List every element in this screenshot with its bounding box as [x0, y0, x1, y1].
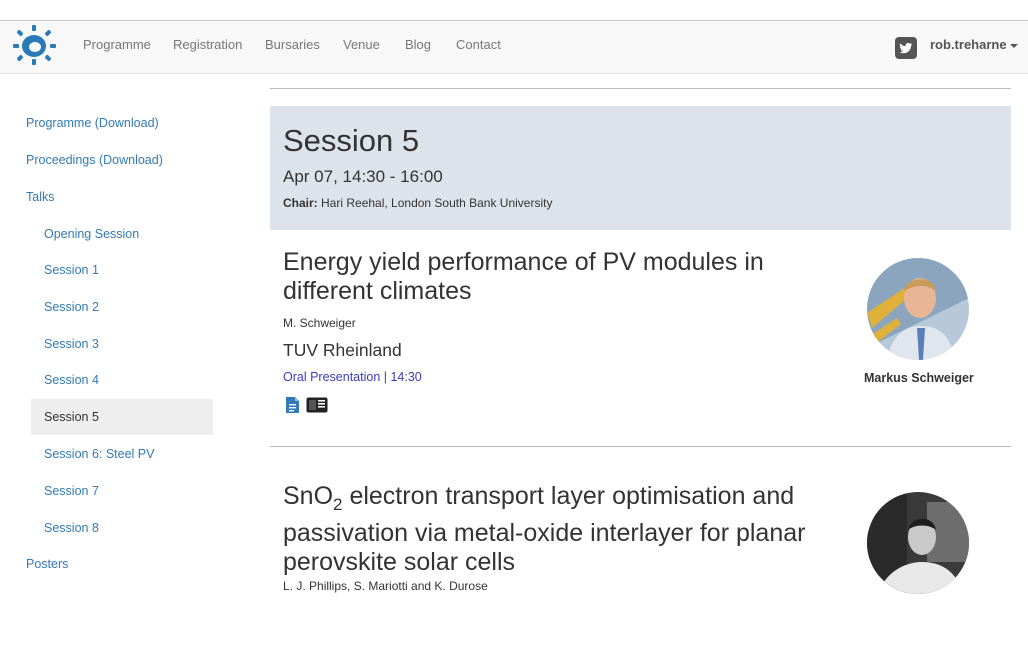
speaker-avatar-2[interactable]	[867, 492, 969, 594]
nav-registration[interactable]: Registration	[173, 37, 242, 52]
content-top-rule	[270, 88, 1011, 89]
sidebar-item-session-1[interactable]: Session 1	[44, 262, 99, 278]
talk-title-rest: electron transport layer optimisation an…	[283, 482, 806, 576]
talk-divider	[270, 446, 1011, 447]
chair-name: Hari Reehal, London South Bank Universit…	[321, 196, 553, 210]
talk-title: Energy yield performance of PV modules i…	[283, 248, 764, 305]
nav-venue[interactable]: Venue	[343, 37, 380, 52]
talk-title-prefix: SnO	[283, 482, 334, 510]
document-icon[interactable]	[285, 396, 300, 414]
talk-title-subscript: 2	[333, 495, 343, 514]
nav-contact[interactable]: Contact	[456, 37, 501, 52]
sun-logo-icon[interactable]	[12, 25, 58, 65]
sidebar-item-session-2[interactable]: Session 2	[44, 299, 99, 315]
talk-organisation: TUV Rheinland	[283, 340, 402, 360]
sidebar-item-session-3[interactable]: Session 3	[44, 336, 99, 352]
sidebar-item-opening-session[interactable]: Opening Session	[44, 226, 139, 242]
user-menu[interactable]: rob.treharne	[930, 37, 1018, 52]
browser-top-strip	[0, 0, 1028, 21]
talk-authors: M. Schweiger	[283, 316, 356, 330]
sidebar-item-programme-download[interactable]: Programme (Download)	[26, 115, 159, 131]
sidebar-item-session-6[interactable]: Session 6: Steel PV	[44, 446, 154, 462]
talk-authors-2: L. J. Phillips, S. Mariotti and K. Duros…	[283, 579, 488, 593]
nav-blog[interactable]: Blog	[405, 37, 431, 52]
session-time: Apr 07, 14:30 - 16:00	[283, 167, 443, 186]
sidebar-item-posters[interactable]: Posters	[26, 556, 68, 572]
talk-meta-link[interactable]: Oral Presentation | 14:30	[283, 370, 422, 384]
chair-label: Chair:	[283, 196, 318, 210]
talk-title-2: SnO2 electron transport layer optimisati…	[283, 482, 823, 577]
twitter-icon[interactable]	[895, 37, 917, 59]
username: rob.treharne	[930, 37, 1007, 52]
book-icon[interactable]	[306, 397, 328, 413]
session-header: Session 5 Apr 07, 14:30 - 16:00 Chair: H…	[270, 106, 1011, 230]
sidebar-item-session-5[interactable]: Session 5	[44, 409, 99, 425]
navbar: Programme Registration Bursaries Venue B…	[0, 22, 1028, 74]
chevron-down-icon	[1009, 43, 1018, 48]
speaker-avatar[interactable]	[867, 258, 969, 360]
session-title: Session 5	[283, 123, 420, 158]
session-chair: Chair: Hari Reehal, London South Bank Un…	[283, 196, 552, 210]
sidebar-item-proceedings-download[interactable]: Proceedings (Download)	[26, 152, 163, 168]
sidebar-item-session-7[interactable]: Session 7	[44, 483, 99, 499]
sidebar-item-talks[interactable]: Talks	[26, 189, 54, 205]
nav-programme[interactable]: Programme	[83, 37, 151, 52]
nav-bursaries[interactable]: Bursaries	[265, 37, 320, 52]
sidebar-item-session-4[interactable]: Session 4	[44, 372, 99, 388]
sidebar-item-session-8[interactable]: Session 8	[44, 520, 99, 536]
speaker-name: Markus Schweiger	[864, 371, 974, 385]
